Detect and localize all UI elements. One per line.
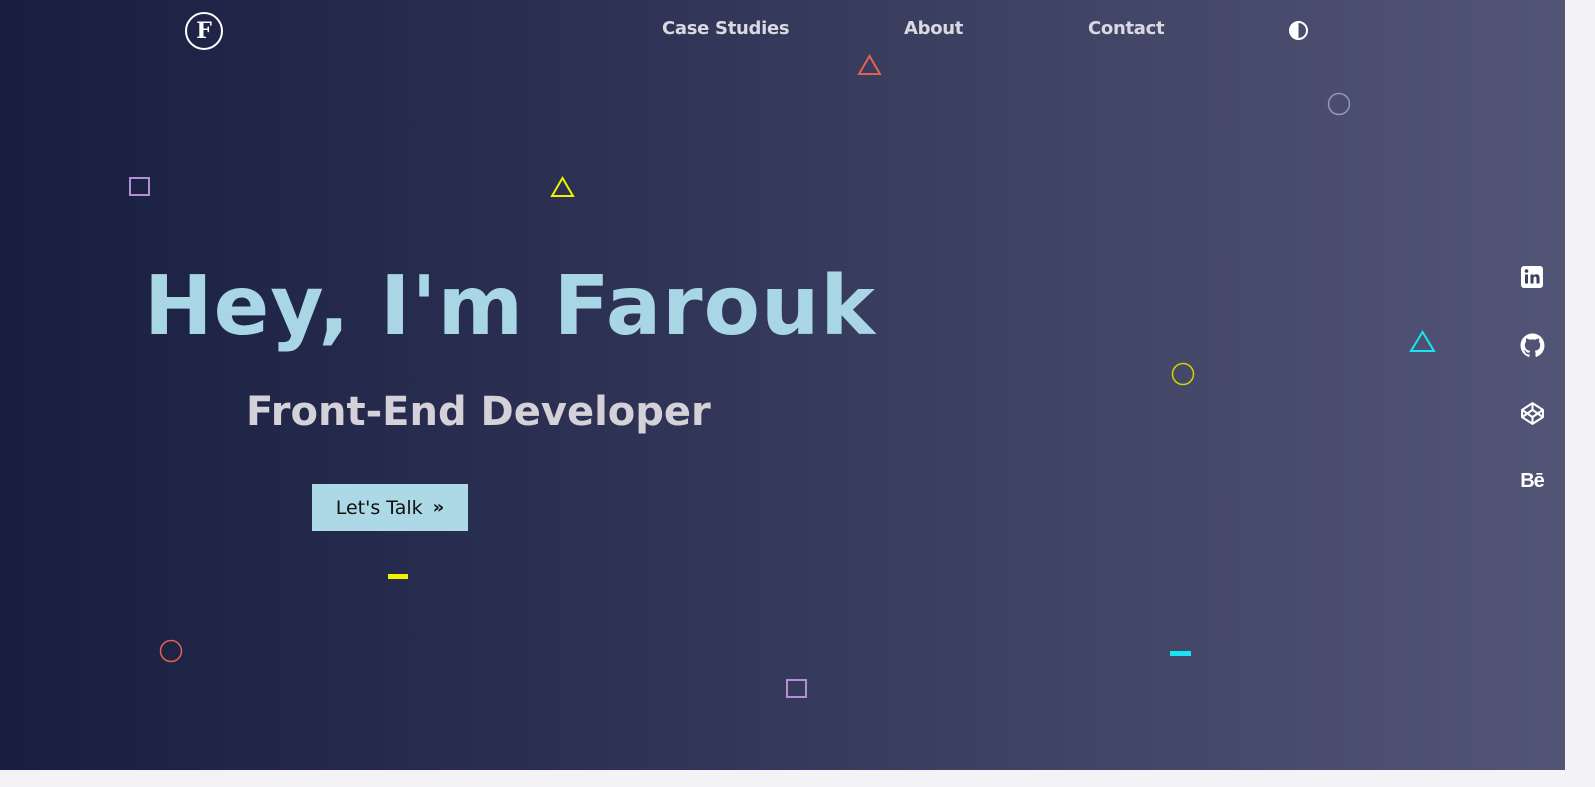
hero-section: F Case Studies About Contact Hey, I'm Fa…	[0, 0, 1565, 770]
triangle-shape	[857, 54, 882, 75]
double-chevron-right-icon: »	[432, 497, 445, 518]
hero-subtitle: Front-End Developer	[246, 389, 711, 435]
logo-letter: F	[196, 18, 212, 44]
page-gutter-bottom	[0, 770, 1595, 787]
hero-title: Hey, I'm Farouk	[144, 259, 876, 354]
triangle-shape	[1409, 330, 1436, 352]
square-shape	[786, 679, 807, 698]
triangle-shape	[550, 176, 575, 197]
logo-icon[interactable]: F	[185, 12, 223, 50]
circle-shape	[159, 639, 183, 663]
nav-about[interactable]: About	[904, 18, 963, 39]
github-icon[interactable]	[1519, 332, 1545, 358]
dash-shape	[388, 574, 408, 579]
circle-shape	[1327, 92, 1351, 116]
lets-talk-label: Let's Talk	[335, 496, 423, 519]
behance-label: Bē	[1520, 469, 1545, 492]
nav-case-studies[interactable]: Case Studies	[662, 18, 790, 39]
nav-contact[interactable]: Contact	[1088, 18, 1165, 39]
page-gutter-right	[1565, 0, 1595, 787]
dash-shape	[1170, 651, 1191, 656]
codepen-icon[interactable]	[1519, 400, 1545, 426]
lets-talk-button[interactable]: Let's Talk »	[312, 484, 468, 531]
behance-icon[interactable]: Bē	[1519, 468, 1545, 494]
contrast-icon[interactable]	[1288, 20, 1309, 41]
square-shape	[129, 177, 150, 196]
circle-shape	[1171, 362, 1195, 386]
linkedin-icon[interactable]	[1519, 264, 1545, 290]
